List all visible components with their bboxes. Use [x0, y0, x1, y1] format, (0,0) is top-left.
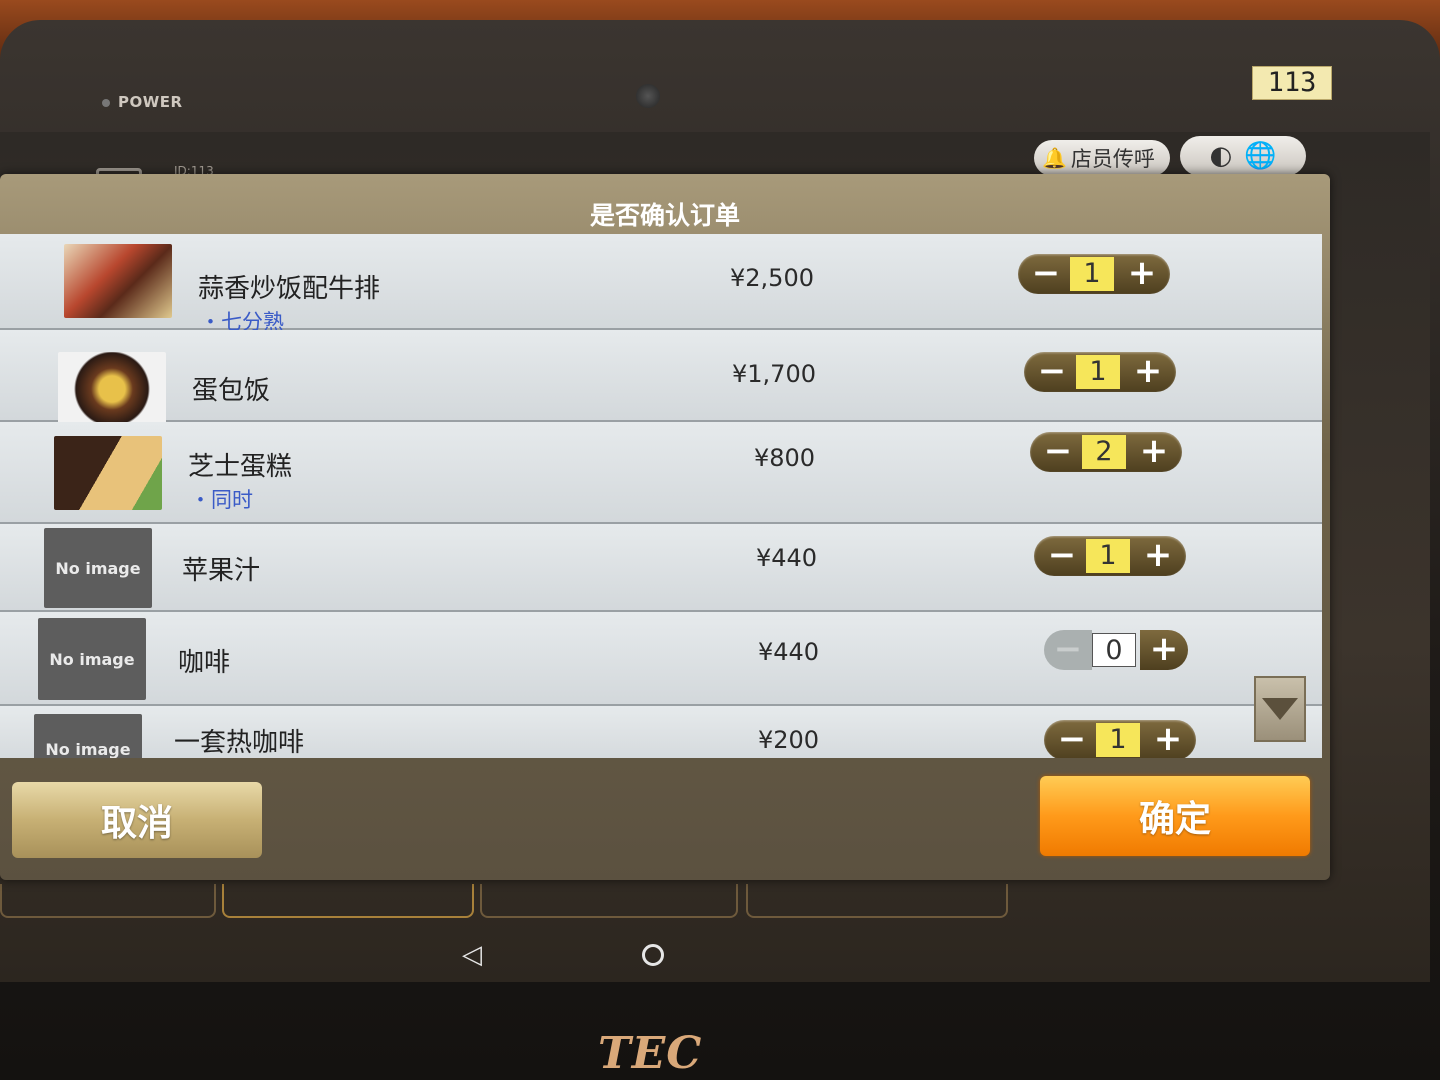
- staff-call-label: 店员传呼: [1070, 147, 1155, 171]
- dialog-title: 是否确认订单: [589, 201, 740, 230]
- quantity-stepper: − 2 +: [1030, 432, 1182, 472]
- quantity-value: 1: [1096, 723, 1140, 757]
- item-price: ¥800: [754, 444, 816, 472]
- bottom-tab-bar: [0, 884, 1010, 920]
- quantity-stepper: − 1 +: [1034, 536, 1186, 576]
- bottom-tab-3[interactable]: [480, 884, 738, 918]
- power-led: [102, 99, 110, 107]
- language-button[interactable]: ◐ 🌐: [1180, 136, 1306, 176]
- bottom-tab-2[interactable]: [222, 884, 474, 918]
- order-row: No image 咖啡 ¥440 − 0 +: [0, 612, 1322, 706]
- dish-image: [64, 244, 172, 318]
- bottom-tab-4[interactable]: [746, 884, 1008, 918]
- quantity-value: 1: [1076, 355, 1120, 389]
- plus-button[interactable]: +: [1130, 432, 1178, 472]
- order-row: 芝士蛋糕 ・同时 ¥800 − 2 +: [0, 422, 1322, 524]
- minus-button[interactable]: −: [1048, 720, 1096, 758]
- dish-image: [58, 352, 166, 426]
- quantity-stepper: − 1 +: [1018, 254, 1170, 294]
- minus-button[interactable]: −: [1022, 254, 1070, 294]
- plus-button[interactable]: +: [1134, 536, 1182, 576]
- order-row: No image 苹果汁 ¥440 − 1 +: [0, 524, 1322, 612]
- no-image-placeholder: No image: [34, 714, 142, 758]
- item-price: ¥200: [758, 726, 820, 754]
- minus-button[interactable]: −: [1034, 432, 1082, 472]
- confirm-button[interactable]: 确定: [1040, 776, 1310, 856]
- quantity-stepper: − 1 +: [1024, 352, 1176, 392]
- order-list[interactable]: 蒜香炒饭配牛排 ・七分熟 ¥2,500 − 1 + 蛋包饭 ¥1,700 − 1…: [0, 234, 1322, 758]
- minus-button[interactable]: −: [1038, 536, 1086, 576]
- brand-logo: TEC: [598, 1028, 703, 1079]
- quantity-stepper: − 1 +: [1044, 720, 1196, 758]
- quantity-value: 1: [1086, 539, 1130, 573]
- item-name: 蒜香炒饭配牛排: [198, 274, 381, 304]
- no-image-placeholder: No image: [44, 528, 152, 608]
- bell-icon: 🔔: [1042, 146, 1067, 170]
- no-image-placeholder: No image: [38, 618, 146, 700]
- order-row: 蛋包饭 ¥1,700 − 1 +: [0, 330, 1322, 426]
- plus-button[interactable]: +: [1118, 254, 1166, 294]
- order-row: No image 一套热咖啡 ¥200 − 1 +: [0, 706, 1322, 758]
- item-name: 芝士蛋糕: [188, 452, 293, 482]
- item-price: ¥440: [756, 544, 818, 572]
- power-label: POWER: [118, 93, 183, 111]
- globe-icon: 🌐: [1244, 141, 1277, 171]
- bottom-tab-1[interactable]: [0, 884, 216, 918]
- item-name: 苹果汁: [182, 556, 261, 586]
- minus-button-disabled: −: [1044, 630, 1092, 670]
- item-price: ¥440: [758, 638, 820, 666]
- cancel-button[interactable]: 取消: [12, 782, 262, 858]
- plus-button[interactable]: +: [1124, 352, 1172, 392]
- quantity-stepper: − 0 +: [1040, 630, 1192, 670]
- front-camera: [636, 84, 660, 108]
- plus-button[interactable]: +: [1140, 630, 1188, 670]
- plus-button[interactable]: +: [1144, 720, 1192, 758]
- item-price: ¥2,500: [730, 264, 814, 292]
- scroll-down-button[interactable]: [1254, 676, 1306, 742]
- quantity-value: 0: [1092, 633, 1136, 667]
- order-row: 蒜香炒饭配牛排 ・七分熟 ¥2,500 − 1 +: [0, 234, 1322, 334]
- table-number-tag: 113: [1252, 66, 1332, 100]
- item-name: 蛋包饭: [192, 376, 271, 406]
- staff-call-button[interactable]: 🔔 店员传呼: [1034, 140, 1170, 176]
- dish-image: [54, 436, 162, 510]
- minus-button[interactable]: −: [1028, 352, 1076, 392]
- item-name: 一套热咖啡: [174, 728, 305, 758]
- nav-home-icon[interactable]: [642, 944, 664, 966]
- nav-back-icon[interactable]: ◁: [462, 940, 482, 970]
- item-option: ・同时: [190, 488, 253, 512]
- quantity-value: 1: [1070, 257, 1114, 291]
- item-name: 咖啡: [178, 648, 231, 678]
- quantity-value: 2: [1082, 435, 1126, 469]
- chat-icon: ◐: [1209, 141, 1233, 171]
- item-price: ¥1,700: [732, 360, 816, 388]
